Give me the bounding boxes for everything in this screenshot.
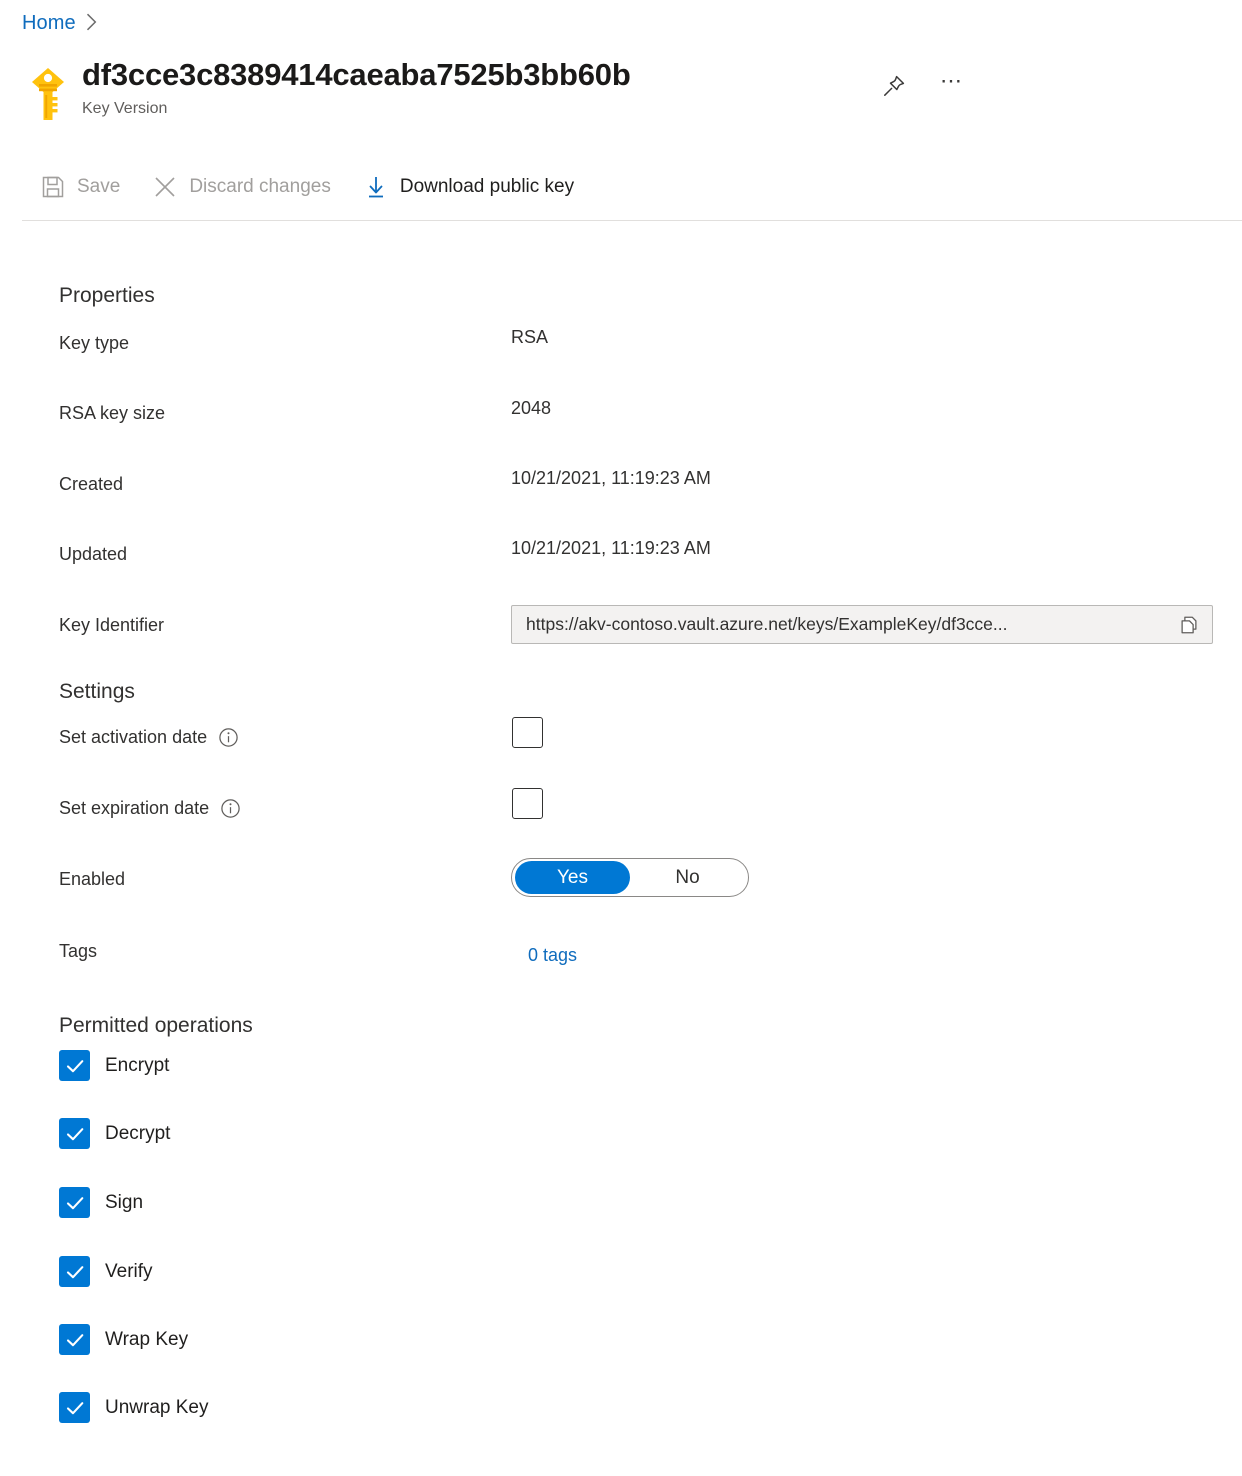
enabled-toggle-no[interactable]: No	[630, 861, 745, 894]
page-header-actions: ⋯	[878, 70, 968, 102]
pin-glyph	[882, 74, 906, 98]
info-icon[interactable]	[220, 798, 241, 819]
check-icon	[59, 1118, 90, 1149]
permitted-operation-row[interactable]: Decrypt	[59, 1118, 170, 1149]
page-header: df3cce3c8389414caeaba7525b3bb60b Key Ver…	[22, 58, 631, 124]
permitted-operation-row[interactable]: Encrypt	[59, 1050, 169, 1081]
permitted-operation-row[interactable]: Wrap Key	[59, 1324, 188, 1355]
pin-icon[interactable]	[878, 70, 910, 102]
set-expiration-date-label: Set expiration date	[59, 798, 209, 819]
command-bar: Save Discard changes Download public key	[40, 172, 606, 202]
permitted-operation-label: Sign	[105, 1192, 143, 1214]
permitted-operation-label: Wrap Key	[105, 1329, 188, 1351]
enabled-toggle[interactable]: Yes No	[511, 858, 749, 897]
enabled-label: Enabled	[59, 869, 125, 890]
discard-changes-label: Discard changes	[189, 176, 331, 198]
key-type-label: Key type	[59, 333, 129, 354]
copy-icon[interactable]	[1176, 612, 1202, 638]
chevron-right-glyph	[86, 13, 97, 31]
properties-heading: Properties	[59, 284, 155, 308]
settings-heading: Settings	[59, 680, 135, 704]
enabled-toggle-yes[interactable]: Yes	[515, 861, 630, 894]
permitted-operation-row[interactable]: Unwrap Key	[59, 1392, 209, 1423]
set-expiration-date-checkbox[interactable]	[512, 788, 543, 819]
check-icon	[59, 1187, 90, 1218]
key-identifier-field[interactable]: https://akv-contoso.vault.azure.net/keys…	[511, 605, 1213, 644]
checkmark-glyph	[64, 1123, 86, 1145]
created-label: Created	[59, 474, 123, 495]
download-public-key-button[interactable]: Download public key	[363, 172, 574, 202]
checkmark-glyph	[64, 1192, 86, 1214]
set-expiration-date-label-group: Set expiration date	[59, 798, 241, 819]
info-glyph	[218, 727, 239, 748]
download-glyph	[363, 174, 389, 200]
save-glyph	[40, 174, 66, 200]
close-x-glyph	[152, 174, 178, 200]
discard-changes-button[interactable]: Discard changes	[152, 172, 331, 202]
check-icon	[59, 1050, 90, 1081]
save-icon	[40, 174, 66, 200]
page-subtitle: Key Version	[82, 100, 631, 118]
rsa-key-size-label: RSA key size	[59, 403, 165, 424]
set-activation-date-checkbox[interactable]	[512, 717, 543, 748]
copy-glyph	[1178, 614, 1200, 636]
permitted-operation-row[interactable]: Sign	[59, 1187, 143, 1218]
rsa-key-size-value: 2048	[511, 398, 551, 419]
tags-label: Tags	[59, 941, 97, 962]
check-icon	[59, 1256, 90, 1287]
key-identifier-value: https://akv-contoso.vault.azure.net/keys…	[526, 614, 1176, 635]
key-identifier-label: Key Identifier	[59, 615, 164, 636]
info-glyph	[220, 798, 241, 819]
ellipsis-icon[interactable]: ⋯	[936, 70, 968, 102]
key-glyph	[22, 62, 74, 124]
checkmark-glyph	[64, 1329, 86, 1351]
page-title: df3cce3c8389414caeaba7525b3bb60b	[82, 58, 631, 91]
permitted-operation-row[interactable]: Verify	[59, 1256, 153, 1287]
check-icon	[59, 1324, 90, 1355]
created-value: 10/21/2021, 11:19:23 AM	[511, 468, 711, 489]
set-activation-date-label-group: Set activation date	[59, 727, 239, 748]
download-icon	[363, 174, 389, 200]
permitted-operation-label: Unwrap Key	[105, 1397, 209, 1419]
permitted-operation-label: Verify	[105, 1261, 153, 1283]
checkmark-glyph	[64, 1055, 86, 1077]
close-x-icon	[152, 174, 178, 200]
save-button[interactable]: Save	[40, 172, 120, 202]
key-type-value: RSA	[511, 327, 548, 348]
breadcrumb: Home	[22, 12, 97, 35]
breadcrumb-home-link[interactable]: Home	[22, 12, 76, 35]
permitted-operation-label: Decrypt	[105, 1123, 170, 1145]
checkmark-glyph	[64, 1261, 86, 1283]
set-activation-date-label: Set activation date	[59, 727, 207, 748]
key-icon	[22, 62, 74, 124]
tags-link[interactable]: 0 tags	[528, 945, 577, 966]
updated-value: 10/21/2021, 11:19:23 AM	[511, 538, 711, 559]
checkmark-glyph	[64, 1397, 86, 1419]
save-label: Save	[77, 176, 120, 198]
info-icon[interactable]	[218, 727, 239, 748]
download-public-key-label: Download public key	[400, 176, 574, 198]
check-icon	[59, 1392, 90, 1423]
updated-label: Updated	[59, 544, 127, 565]
permitted-operation-label: Encrypt	[105, 1055, 169, 1077]
toolbar-divider	[22, 220, 1242, 221]
permitted-operations-heading: Permitted operations	[59, 1014, 253, 1038]
chevron-right-icon	[86, 13, 97, 34]
